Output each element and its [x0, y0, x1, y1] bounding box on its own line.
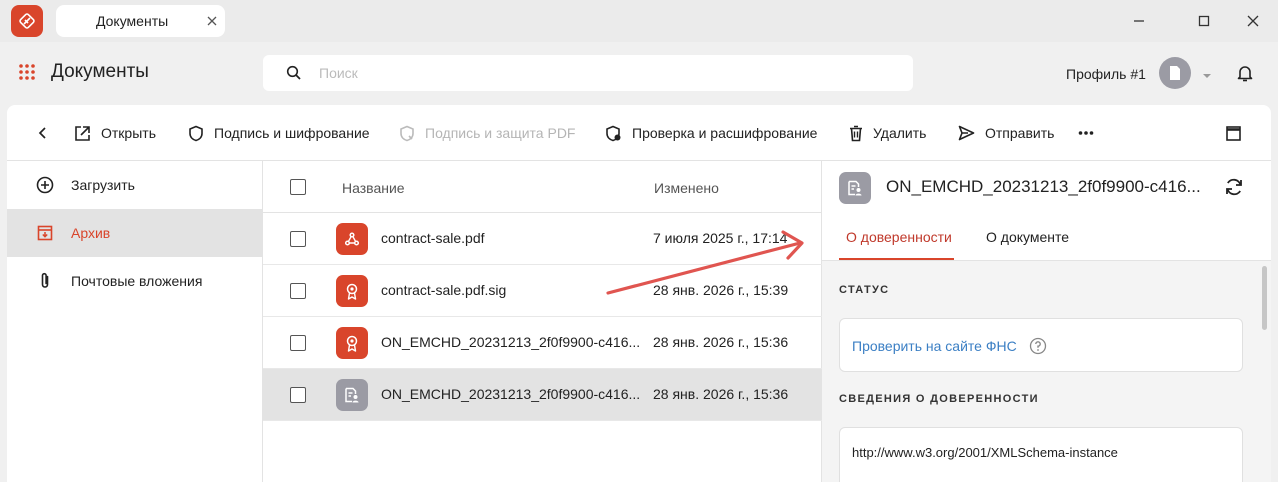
open-button[interactable]: Открыть [74, 123, 156, 143]
certificate-icon [336, 275, 368, 307]
apps-grid-icon[interactable] [18, 63, 36, 81]
help-icon[interactable] [1029, 337, 1047, 355]
file-list: Название Изменено contract-sale.pdf 7 ию… [263, 161, 822, 482]
file-name: contract-sale.pdf [381, 230, 485, 246]
close-tab-icon[interactable] [204, 13, 220, 29]
row-checkbox[interactable] [290, 231, 306, 247]
table-row[interactable]: contract-sale.pdf 7 июля 2025 г., 17:14 [263, 213, 822, 265]
file-name: ON_EMCHD_20231213_2f0f9900-c416... [381, 386, 641, 402]
details-panel: ON_EMCHD_20231213_2f0f9900-c416... О дов… [822, 161, 1271, 482]
row-checkbox[interactable] [290, 335, 306, 351]
paperclip-icon [36, 272, 54, 290]
shield-check-icon [606, 125, 621, 141]
close-window-icon[interactable] [1242, 10, 1264, 32]
status-section-title: СТАТУС [839, 284, 890, 296]
details-header: ON_EMCHD_20231213_2f0f9900-c416... [822, 161, 1271, 213]
details-content: СТАТУС Проверить на сайте ФНС СВЕДЕНИЯ О… [822, 261, 1271, 482]
minimize-icon[interactable] [1128, 10, 1150, 32]
file-modified: 7 июля 2025 г., 17:14 [653, 230, 788, 246]
back-button[interactable] [37, 123, 59, 143]
window-tab[interactable]: Документы [56, 5, 225, 37]
search-icon [286, 65, 302, 81]
avatar[interactable] [1159, 57, 1191, 89]
certificate-icon [336, 327, 368, 359]
trash-icon [850, 125, 862, 141]
bell-icon[interactable] [1235, 63, 1255, 83]
column-header-modified[interactable]: Изменено [654, 180, 719, 196]
sidebar-item-archive[interactable]: Архив [7, 209, 262, 257]
table-row[interactable]: contract-sale.pdf.sig 28 янв. 2026 г., 1… [263, 265, 822, 317]
sign-encrypt-button[interactable]: Подпись и шифрование [188, 123, 370, 143]
search-bar [263, 55, 913, 91]
delete-button[interactable]: Удалить [849, 123, 926, 143]
pdf-icon [336, 223, 368, 255]
refresh-icon[interactable] [1223, 176, 1245, 198]
row-checkbox[interactable] [290, 283, 306, 299]
power-of-attorney-icon [336, 379, 368, 411]
main-panel: Открыть Подпись и шифрование Подпись и з… [7, 105, 1271, 482]
list-header: Название Изменено [263, 161, 822, 213]
details-title: ON_EMCHD_20231213_2f0f9900-c416... [886, 177, 1201, 196]
row-checkbox[interactable] [290, 387, 306, 403]
column-header-name[interactable]: Название [342, 180, 405, 196]
verify-decrypt-button[interactable]: Проверка и расшифрование [605, 123, 817, 143]
more-icon [1078, 131, 1094, 135]
file-name: ON_EMCHD_20231213_2f0f9900-c416... [381, 334, 641, 350]
more-options-button[interactable] [1078, 123, 1104, 143]
active-tab-indicator [839, 258, 954, 260]
info-section-title: СВЕДЕНИЯ О ДОВЕРЕННОСТИ [839, 393, 1039, 405]
app-logo-icon [11, 5, 43, 37]
archive-icon [36, 224, 54, 242]
info-box: http://www.w3.org/2001/XMLSchema-instanc… [839, 427, 1243, 482]
profile-name[interactable]: Профиль #1 [1066, 66, 1146, 82]
panel-icon [1226, 125, 1241, 141]
table-row-selected[interactable]: ON_EMCHD_20231213_2f0f9900-c416... 28 ян… [263, 369, 822, 421]
file-modified: 28 янв. 2026 г., 15:36 [653, 386, 789, 402]
xml-schema-value: http://www.w3.org/2001/XMLSchema-instanc… [852, 445, 1118, 460]
tab-title: Документы [96, 13, 169, 29]
sidebar: Загрузить Архив Почтовые вложения [7, 161, 263, 482]
verify-fns-link[interactable]: Проверить на сайте ФНС [852, 338, 1017, 354]
sidebar-item-upload[interactable]: Загрузить [7, 161, 262, 209]
status-box: Проверить на сайте ФНС [839, 318, 1243, 372]
plus-circle-icon [36, 176, 54, 194]
scrollbar[interactable] [1262, 266, 1267, 330]
sidebar-item-mail-attachments[interactable]: Почтовые вложения [7, 257, 262, 305]
file-modified: 28 янв. 2026 г., 15:36 [653, 334, 789, 350]
select-all-checkbox[interactable] [290, 179, 306, 195]
search-input[interactable] [319, 55, 899, 91]
details-tabs: О доверенности О документе [822, 213, 1271, 261]
shield-icon [189, 125, 203, 141]
tab-power-of-attorney[interactable]: О доверенности [846, 229, 952, 245]
toolbar: Открыть Подпись и шифрование Подпись и з… [7, 105, 1271, 161]
pdf-shield-icon [400, 125, 414, 141]
maximize-icon[interactable] [1193, 10, 1215, 32]
toggle-panel-button[interactable] [1226, 123, 1251, 143]
table-row[interactable]: ON_EMCHD_20231213_2f0f9900-c416... 28 ян… [263, 317, 822, 369]
app-header: Документы Профиль #1 [0, 42, 1278, 104]
title-bar: Документы [0, 0, 1278, 42]
tab-document[interactable]: О документе [986, 229, 1069, 245]
chevron-left-icon [38, 127, 46, 139]
send-button[interactable]: Отправить [958, 123, 1054, 143]
open-external-icon [75, 125, 90, 141]
chevron-down-icon[interactable] [1201, 68, 1213, 78]
page-title: Документы [51, 61, 149, 82]
file-name: contract-sale.pdf.sig [381, 282, 507, 298]
sign-protect-pdf-button[interactable]: Подпись и защита PDF [399, 123, 575, 143]
file-modified: 28 янв. 2026 г., 15:39 [653, 282, 789, 298]
power-of-attorney-icon [839, 172, 871, 204]
send-icon [958, 125, 975, 141]
